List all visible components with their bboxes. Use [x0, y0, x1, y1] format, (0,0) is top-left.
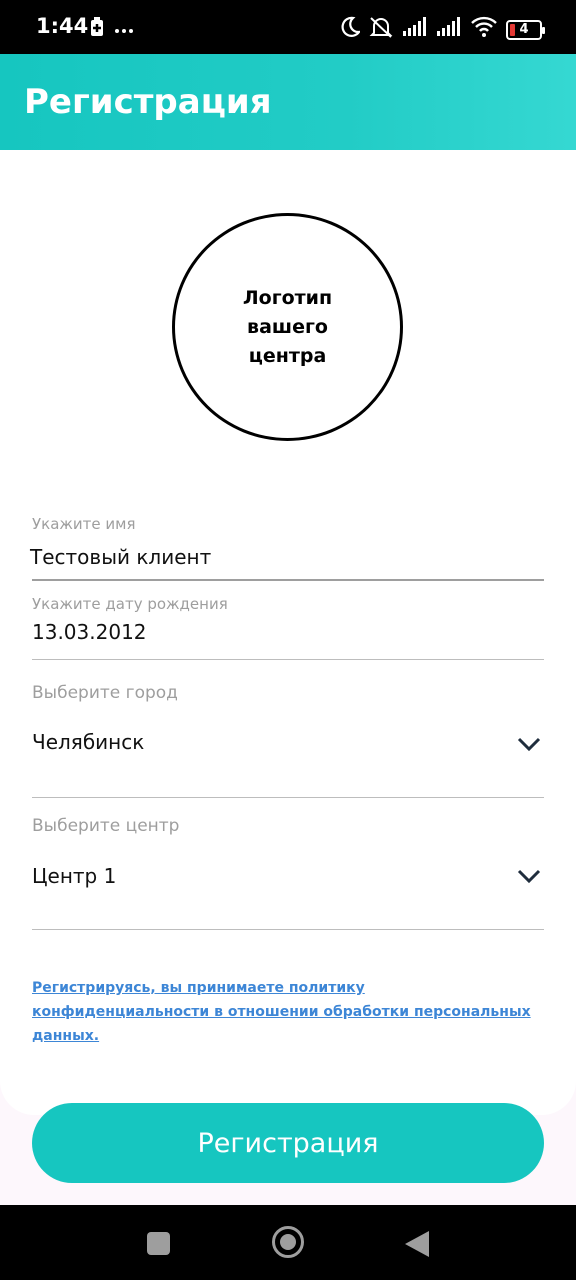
home-icon[interactable] — [272, 1226, 304, 1258]
chevron-down-icon[interactable] — [516, 734, 542, 754]
signal-icon — [436, 17, 462, 42]
page-title: Регистрация — [24, 82, 272, 122]
status-time: 1:44 — [36, 14, 89, 38]
center-select-underline — [32, 929, 544, 930]
battery-level: 4 — [519, 22, 529, 37]
name-field-underline — [32, 579, 544, 581]
status-bar: 1:44 4 — [0, 0, 576, 54]
center-select[interactable]: Выберите центр Центр 1 — [32, 814, 544, 934]
system-navigation-bar — [0, 1205, 576, 1280]
signal-icon — [402, 17, 428, 42]
moon-icon — [340, 16, 362, 43]
register-button[interactable]: Регистрация — [32, 1103, 544, 1183]
more-dots-icon — [114, 21, 134, 39]
wifi-icon — [470, 16, 498, 43]
chevron-down-icon[interactable] — [516, 866, 542, 886]
birth-date-input[interactable]: 13.03.2012 — [32, 620, 147, 644]
center-select-value[interactable]: Центр 1 — [32, 864, 116, 888]
recent-apps-icon[interactable] — [147, 1232, 170, 1255]
mute-icon — [368, 16, 394, 43]
name-field[interactable]: Укажите имя Тестовый клиент — [30, 512, 544, 584]
logo-placeholder-text: Логотип вашего центра — [242, 286, 333, 367]
city-select-underline — [32, 797, 544, 798]
privacy-policy-link[interactable]: Регистрируясь, вы принимаете политику ко… — [32, 976, 542, 1048]
birth-date-field-label: Укажите дату рождения — [32, 595, 228, 613]
name-input[interactable]: Тестовый клиент — [30, 545, 211, 569]
birth-date-field-underline — [32, 659, 544, 660]
battery-saver-icon — [90, 17, 104, 42]
app-header: Регистрация — [0, 54, 576, 150]
city-select[interactable]: Выберите город Челябинск — [32, 680, 544, 800]
name-field-label: Укажите имя — [32, 515, 136, 533]
birth-date-field[interactable]: Укажите дату рождения 13.03.2012 — [32, 592, 544, 664]
center-logo: Логотип вашего центра — [172, 213, 403, 441]
battery-icon: 4 — [506, 19, 545, 40]
back-icon[interactable] — [405, 1231, 429, 1257]
center-select-label: Выберите центр — [32, 816, 180, 836]
city-select-value[interactable]: Челябинск — [32, 730, 144, 754]
city-select-label: Выберите город — [32, 683, 178, 703]
